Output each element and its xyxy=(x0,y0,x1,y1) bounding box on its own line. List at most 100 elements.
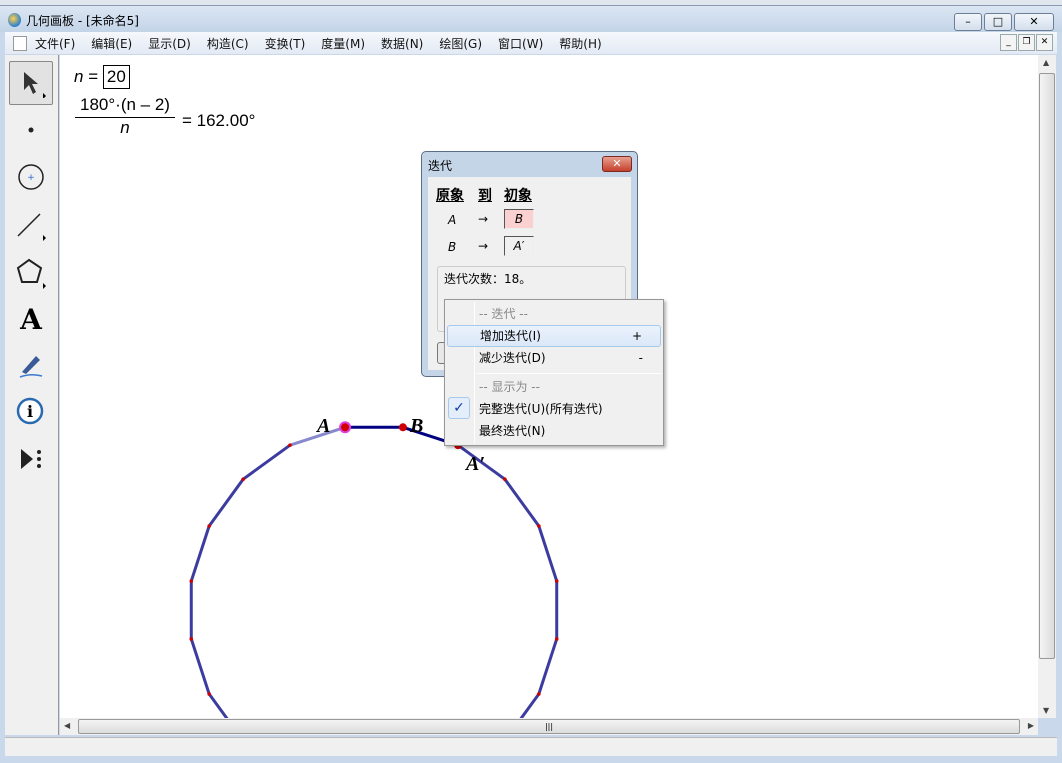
menu-edit[interactable]: 编辑(E) xyxy=(83,35,140,52)
point-a[interactable] xyxy=(339,421,352,434)
point-tool[interactable] xyxy=(9,108,53,152)
polygon-vertex[interactable] xyxy=(288,443,292,447)
param-value-box[interactable]: 20 xyxy=(102,65,130,89)
remove-iteration-label: 减少迭代(D) xyxy=(479,351,546,365)
straightedge-tool[interactable] xyxy=(9,203,53,247)
polygon-vertex[interactable] xyxy=(207,524,211,528)
point-icon xyxy=(28,127,34,133)
menu-transform[interactable]: 变换(T) xyxy=(257,35,314,52)
vertical-scroll-thumb[interactable] xyxy=(1039,73,1055,659)
add-iteration-label: 增加迭代(I) xyxy=(480,329,541,343)
circle-icon: + xyxy=(18,164,44,190)
doc-close-button[interactable]: ✕ xyxy=(1036,34,1053,51)
minimize-button[interactable]: – xyxy=(954,13,982,31)
svg-text:i: i xyxy=(27,402,33,421)
menu-construct[interactable]: 构造(C) xyxy=(199,35,257,52)
polygon-vertex[interactable] xyxy=(537,524,541,528)
toolbox: + A i xyxy=(5,55,59,735)
label-a[interactable]: A xyxy=(317,415,330,438)
menu-item-remove-iteration[interactable]: 减少迭代(D) - xyxy=(447,347,661,369)
horizontal-scrollbar[interactable]: ◀ ||| ▶ xyxy=(60,718,1038,735)
app-icon xyxy=(8,13,21,27)
param-name: n xyxy=(74,67,84,86)
polygon-vertex[interactable] xyxy=(241,477,245,481)
compass-tool[interactable]: + xyxy=(9,155,53,199)
polygon-vertex[interactable] xyxy=(189,637,194,641)
header-image: 初象 xyxy=(504,188,532,204)
information-tool[interactable]: i xyxy=(9,390,53,434)
menu-header-display-as: -- 显示为 -- xyxy=(479,380,540,394)
menu-item-full-iteration[interactable]: 完整迭代(U)(所有迭代) xyxy=(447,398,661,420)
label-a-prime[interactable]: A′ xyxy=(466,453,485,476)
row1-source: A xyxy=(448,213,457,227)
menu-data[interactable]: 数据(N) xyxy=(373,35,431,52)
iteration-count: 迭代次数：18。 xyxy=(444,272,532,286)
marker-icon xyxy=(19,356,43,378)
horizontal-scroll-thumb[interactable]: ||| xyxy=(78,719,1020,734)
polygon-vertex[interactable] xyxy=(207,692,211,696)
polygon-vertex[interactable] xyxy=(503,477,507,481)
header-preimage: 原象 xyxy=(436,188,464,204)
menu-help[interactable]: 帮助(H) xyxy=(551,35,609,52)
doc-minimize-button[interactable]: _ xyxy=(1000,34,1017,51)
selection-arrow-tool[interactable] xyxy=(9,61,53,105)
menu-separator xyxy=(477,373,661,374)
vertical-scrollbar[interactable]: ▲ ▼ xyxy=(1038,55,1056,718)
polygon-side[interactable] xyxy=(207,693,243,718)
menu-measure[interactable]: 度量(M) xyxy=(313,35,373,52)
info-icon: i xyxy=(16,397,44,425)
doc-restore-button[interactable]: ❐ xyxy=(1018,34,1035,51)
polygon-vertex[interactable] xyxy=(554,637,559,641)
row2-target-field[interactable]: A′ xyxy=(504,236,534,256)
polygon-vertex[interactable] xyxy=(189,579,194,583)
document-icon[interactable] xyxy=(13,35,27,51)
menu-file[interactable]: 文件(F) xyxy=(27,35,83,52)
polygon-side[interactable] xyxy=(505,693,541,718)
menu-display[interactable]: 显示(D) xyxy=(140,35,199,52)
add-iteration-shortcut: + xyxy=(631,329,642,343)
polygon-side[interactable] xyxy=(189,638,211,695)
header-to: 到 xyxy=(478,188,492,204)
menu-item-final-iteration[interactable]: 最终迭代(N) xyxy=(447,420,661,442)
row1-arrow: → xyxy=(478,212,489,226)
menu-item-add-iteration[interactable]: 增加迭代(I) + xyxy=(447,325,661,347)
dialog-close-button[interactable]: ✕ xyxy=(602,156,632,172)
menu-graph[interactable]: 绘图(G) xyxy=(431,35,490,52)
menu-window[interactable]: 窗口(W) xyxy=(490,35,551,52)
polygon-side[interactable] xyxy=(503,478,541,527)
label-b[interactable]: B xyxy=(410,415,423,438)
polygon-side[interactable] xyxy=(207,478,245,527)
close-button[interactable]: ✕ xyxy=(1014,13,1054,31)
maximize-button[interactable]: □ xyxy=(984,13,1012,31)
custom-tool[interactable] xyxy=(9,437,53,481)
polygon-side[interactable] xyxy=(537,525,559,582)
formula-result: = 162.00° xyxy=(182,111,256,130)
context-menu: -- 迭代 -- 增加迭代(I) + 减少迭代(D) - -- 显示为 -- ✓ 完… xyxy=(444,299,664,446)
row2-arrow: → xyxy=(478,239,489,253)
play-more-icon xyxy=(21,449,41,469)
window-title: 几何画板 - [未命名5] xyxy=(26,14,139,28)
polygon-vertex[interactable] xyxy=(554,579,559,583)
polygon-vertex[interactable] xyxy=(537,692,541,696)
title-bar: 几何画板 - [未命名5] – □ ✕ xyxy=(0,6,1062,32)
svg-text:+: + xyxy=(27,173,35,183)
param-equals: = xyxy=(88,67,99,86)
formula-denominator: n xyxy=(120,118,130,137)
polygon-side[interactable] xyxy=(242,443,291,481)
row1-target-field[interactable]: B xyxy=(504,209,534,229)
remove-iteration-shortcut: - xyxy=(638,351,643,365)
status-bar xyxy=(5,737,1057,756)
point-b[interactable] xyxy=(398,423,407,432)
polygon-tool[interactable] xyxy=(9,251,53,295)
menu-bar: 文件(F) 编辑(E) 显示(D) 构造(C) 变换(T) 度量(M) 数据(N… xyxy=(5,32,1057,54)
polygon-side[interactable] xyxy=(189,525,211,582)
text-a-icon: A xyxy=(20,302,42,336)
polygon-icon xyxy=(16,258,46,289)
segment-icon xyxy=(17,213,46,241)
polygon-side[interactable] xyxy=(537,638,559,695)
text-tool[interactable]: A xyxy=(9,297,53,341)
marker-tool[interactable] xyxy=(9,343,53,387)
formula-numerator: 180°·(n – 2) xyxy=(80,95,170,114)
arrow-icon xyxy=(24,72,46,98)
menu-header-iterate: -- 迭代 -- xyxy=(479,307,528,321)
